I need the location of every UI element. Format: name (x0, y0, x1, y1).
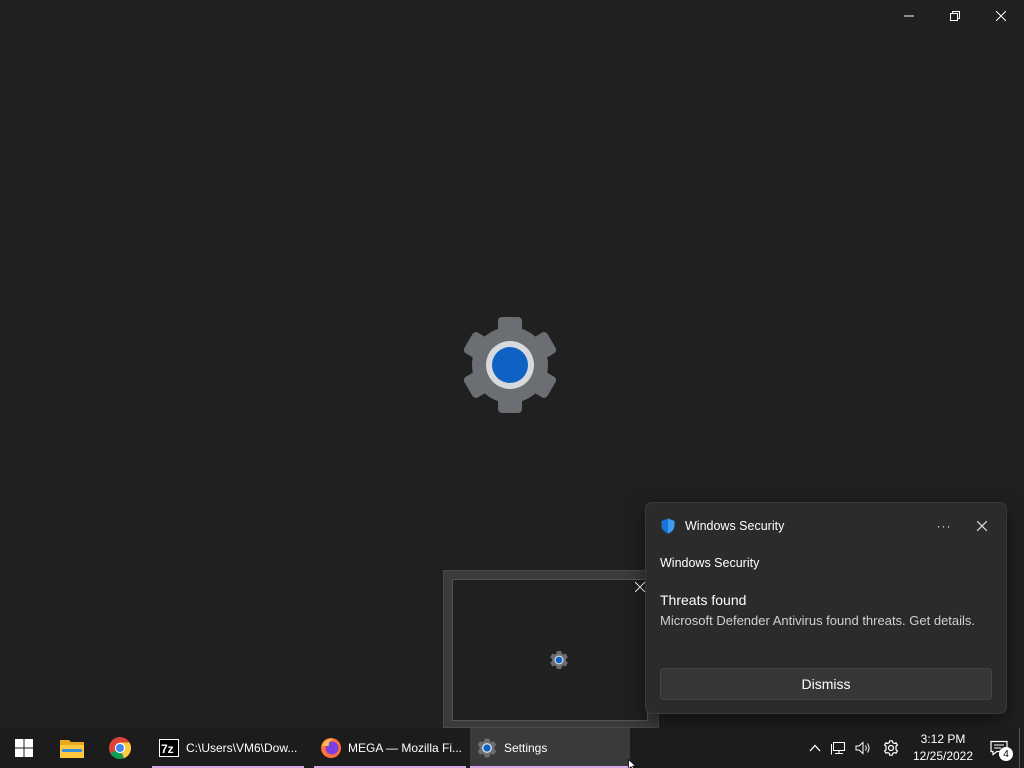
settings-splash-icon (460, 317, 560, 413)
system-tray: 3:12 PM 12/25/2022 4 (803, 728, 1024, 768)
windows-logo-icon (15, 739, 33, 757)
settings-gear-icon (476, 737, 498, 759)
mouse-cursor-icon (628, 758, 638, 768)
show-hidden-icons-button[interactable] (803, 728, 827, 768)
notification-count-badge: 4 (999, 747, 1013, 761)
minimize-button[interactable] (886, 0, 932, 32)
taskbar-app-label: C:\Users\VM6\Dow... (186, 741, 298, 755)
taskbar-app-settings[interactable]: Settings (470, 728, 630, 768)
shield-icon (660, 518, 676, 534)
7zip-icon: 7z (158, 737, 180, 759)
toast-body: Microsoft Defender Antivirus found threa… (660, 613, 976, 628)
gear-icon (883, 740, 899, 756)
network-icon (831, 742, 845, 755)
close-icon (635, 582, 645, 592)
svg-text:7z: 7z (161, 742, 174, 756)
clock-time: 3:12 PM (920, 732, 966, 746)
taskbar-app-label: Settings (504, 741, 548, 755)
clock[interactable]: 3:12 PM 12/25/2022 (907, 728, 979, 768)
taskbar-thumbnail-preview[interactable] (443, 570, 659, 728)
taskbar-app-firefox[interactable]: MEGA — Mozilla Fi... (314, 728, 466, 768)
close-icon (977, 521, 987, 531)
toast-close-button[interactable] (972, 516, 992, 536)
close-icon (996, 11, 1006, 21)
toast-header: Windows Security ··· (660, 516, 992, 536)
volume-button[interactable] (851, 728, 875, 768)
security-toast-notification[interactable]: Windows Security ··· Windows Security Th… (645, 502, 1007, 714)
settings-tray-button[interactable] (875, 728, 907, 768)
network-button[interactable] (827, 728, 851, 768)
toast-subtitle: Windows Security (660, 556, 760, 570)
window-caption-buttons (886, 0, 1024, 32)
start-button[interactable] (0, 728, 48, 768)
taskbar-app-7zip[interactable]: 7z C:\Users\VM6\Dow... (152, 728, 304, 768)
speaker-icon (855, 741, 870, 755)
settings-gear-icon (463, 317, 557, 413)
dismiss-button[interactable]: Dismiss (660, 668, 992, 700)
file-explorer-button[interactable] (48, 728, 96, 768)
restore-button[interactable] (932, 0, 978, 32)
action-center-button[interactable]: 4 (979, 728, 1019, 768)
clock-date: 12/25/2022 (912, 749, 974, 763)
close-button[interactable] (978, 0, 1024, 32)
firefox-icon (320, 737, 342, 759)
chrome-button[interactable] (96, 728, 144, 768)
settings-gear-icon (549, 650, 569, 670)
thumbnail-window (452, 579, 648, 721)
chrome-icon (109, 737, 132, 760)
chevron-up-icon (809, 744, 821, 752)
folder-icon (60, 740, 84, 758)
show-desktop-button[interactable] (1019, 728, 1024, 768)
minimize-icon (904, 15, 914, 17)
taskbar: 7z C:\Users\VM6\Dow... MEGA — Mozilla Fi… (0, 728, 1024, 768)
toast-more-options-button[interactable]: ··· (932, 516, 956, 536)
toast-title: Threats found (660, 592, 747, 608)
toast-app-name: Windows Security (685, 519, 785, 533)
taskbar-app-label: MEGA — Mozilla Fi... (348, 741, 463, 755)
restore-icon (950, 11, 960, 21)
